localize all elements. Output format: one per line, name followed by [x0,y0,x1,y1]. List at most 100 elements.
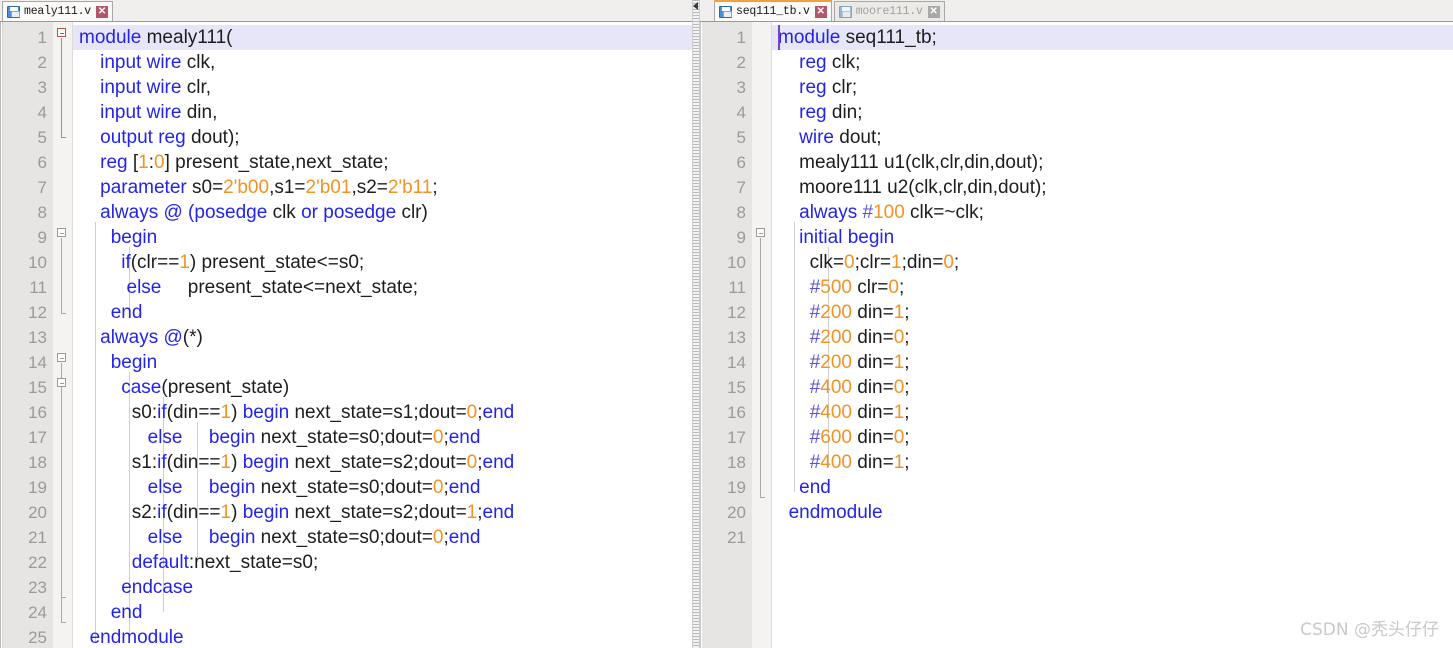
panel-splitter[interactable] [692,0,700,648]
code-line[interactable]: #500 clr=0; [772,275,1453,300]
code-line[interactable]: endmodule [772,500,1453,525]
code-line[interactable]: else present_state<=next_state; [73,275,692,300]
code-line[interactable]: #200 din=1; [772,350,1453,375]
code-line[interactable]: endcase [73,575,692,600]
fold-toggle-line-9[interactable] [756,228,765,237]
tab-moore111-v[interactable]: moore111.v ✕ [833,1,945,21]
code-line[interactable]: reg [1:0] present_state,next_state; [73,150,692,175]
code-line[interactable]: else begin next_state=s0;dout=0;end [73,475,692,500]
code-token: endmodule [89,627,184,648]
collapse-left-arrow-icon[interactable] [693,2,698,10]
line-number: 14 [28,353,47,372]
code-line[interactable]: module mealy111( [73,25,692,50]
code-line[interactable]: input wire clr, [73,75,692,100]
code-token: clr; [831,77,858,98]
line-number: 11 [728,278,746,297]
code-token: (clr== [130,252,180,273]
code-token: else [147,477,183,498]
code-line[interactable]: end [772,475,1453,500]
code-token: # [809,402,821,423]
left-editor-body: 1 2 3 4 5 6 7 8 9 10 11 12 13 14 15 16 17 18 19 20 21 22 23 24 2… [0,22,692,648]
line-number: 7 [37,178,47,197]
code-line[interactable]: #400 din=1; [772,400,1453,425]
code-line[interactable]: begin [73,350,692,375]
code-token: din= [851,452,894,473]
code-line[interactable]: mealy111 u1(clk,clr,din,dout); [772,150,1453,175]
code-token: (din== [166,402,221,423]
code-line[interactable]: #200 din=0; [772,325,1453,350]
code-line[interactable]: always #100 clk=~clk; [772,200,1453,225]
code-token: ; [953,252,960,273]
fold-toggle-line-15[interactable] [57,378,66,387]
left-code-area[interactable]: module mealy111( input wire clk, input w… [73,22,692,648]
tab-seq111-tb-v[interactable]: seq111_tb.v ✕ [714,0,832,21]
code-line[interactable]: initial begin [772,225,1453,250]
code-line[interactable]: end [73,600,692,625]
line-number: 17 [28,428,47,447]
code-token: begin [242,452,290,473]
line-number: 21 [28,528,47,547]
code-line[interactable]: always @(*) [73,325,692,350]
code-token: ; [898,277,905,298]
code-line[interactable]: #600 din=0; [772,425,1453,450]
code-line[interactable]: endmodule [73,625,692,648]
code-line[interactable]: s2:if(din==1) begin next_state=s2;dout=1… [73,500,692,525]
line-number: 19 [28,478,47,497]
code-token: mealy111( [146,27,233,48]
close-icon[interactable]: ✕ [927,5,940,18]
code-line[interactable]: module seq111_tb; [772,25,1453,50]
code-token: ,s2= [351,177,388,198]
code-token: 200 [820,327,852,348]
code-line[interactable]: s0:if(din==1) begin next_state=s1;dout=0… [73,400,692,425]
code-line[interactable]: else begin next_state=s0;dout=0;end [73,425,692,450]
code-line[interactable]: if(clr==1) present_state<=s0; [73,250,692,275]
code-line[interactable]: case(present_state) [73,375,692,400]
code-line[interactable]: #200 din=1; [772,300,1453,325]
close-icon[interactable]: ✕ [814,5,827,18]
code-line[interactable]: parameter s0=2'b00,s1=2'b01,s2=2'b11; [73,175,692,200]
text-caret [778,25,780,50]
close-icon[interactable]: ✕ [96,5,109,18]
code-token: ; [904,377,910,398]
fold-toggle-line-1[interactable] [57,28,66,37]
code-line[interactable]: always @ (posedge clk or posedge clr) [73,200,692,225]
fold-toggle-line-14[interactable] [57,353,66,362]
code-token: else [147,427,183,448]
code-line[interactable]: reg din; [772,100,1453,125]
code-line[interactable]: output reg dout); [73,125,692,150]
code-line[interactable]: else begin next_state=s0;dout=0;end [73,525,692,550]
tab-mealy111-v[interactable]: mealy111.v ✕ [2,1,114,21]
code-line[interactable]: moore111 u2(clk,clr,din,dout); [772,175,1453,200]
code-line[interactable]: wire dout; [772,125,1453,150]
code-token: 1 [893,352,905,373]
code-token: ] present_state,next_state; [164,152,389,173]
code-token: 0 [888,277,899,298]
code-line[interactable]: s1:if(din==1) begin next_state=s2;dout=0… [73,450,692,475]
code-line[interactable]: reg clr; [772,75,1453,100]
code-line[interactable]: clk=0;clr=1;din=0; [772,250,1453,275]
code-line[interactable]: reg clk; [772,50,1453,75]
line-number: 11 [29,278,47,297]
line-number: 10 [727,253,746,272]
code-token: 0 [466,452,478,473]
code-token: else [126,277,162,298]
code-line[interactable]: default:next_state=s0; [73,550,692,575]
code-line[interactable]: input wire din, [73,100,692,125]
code-token: case [121,377,162,398]
line-number: 12 [727,303,746,322]
right-code-area[interactable]: module seq111_tb; reg clk; reg clr; reg … [772,22,1453,648]
code-line[interactable]: #400 din=0; [772,375,1453,400]
fold-toggle-line-9[interactable] [57,228,66,237]
right-code-lines: module seq111_tb; reg clk; reg clr; reg … [772,25,1453,550]
code-token: begin [208,477,256,498]
code-line[interactable]: end [73,300,692,325]
code-line[interactable]: begin [73,225,692,250]
code-line[interactable]: #400 din=1; [772,450,1453,475]
code-line[interactable]: input wire clk, [73,50,692,75]
code-token: end [448,527,481,548]
code-line[interactable] [772,525,1453,550]
